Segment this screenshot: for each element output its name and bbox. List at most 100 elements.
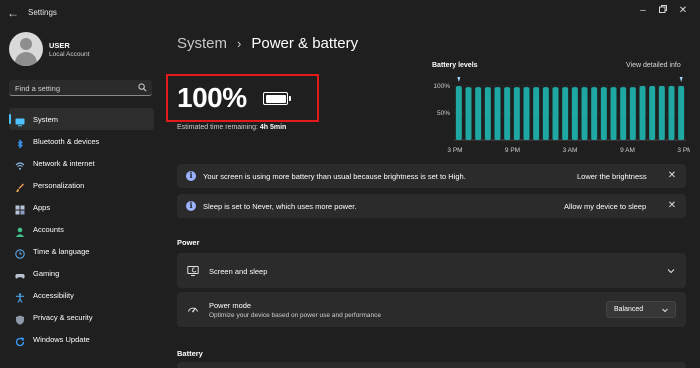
battery-bar bbox=[678, 86, 685, 140]
breadcrumb-separator: › bbox=[237, 35, 242, 51]
battery-bar bbox=[475, 87, 482, 140]
accounts-icon bbox=[15, 224, 25, 237]
sidebar-item-bluetooth[interactable]: Bluetooth & devices bbox=[9, 130, 154, 152]
y-tick-label: 50% bbox=[437, 110, 450, 117]
clock-globe-icon bbox=[15, 246, 25, 259]
sidebar-nav: System Bluetooth & devices Network & int… bbox=[9, 108, 154, 350]
info-icon bbox=[186, 200, 196, 211]
search-icon[interactable] bbox=[138, 83, 147, 92]
sidebar-item-label: Apps bbox=[33, 202, 51, 212]
battery-bar bbox=[600, 87, 607, 140]
battery-bar bbox=[649, 86, 656, 140]
update-icon bbox=[15, 334, 25, 347]
close-icon[interactable]: ✕ bbox=[666, 170, 678, 182]
battery-bar bbox=[455, 86, 462, 140]
battery-bar bbox=[494, 87, 501, 140]
sidebar-item-network[interactable]: Network & internet bbox=[9, 152, 154, 174]
sidebar-item-privacy[interactable]: Privacy & security bbox=[9, 306, 154, 328]
sidebar-item-personalization[interactable]: Personalization bbox=[9, 174, 154, 196]
battery-bar bbox=[523, 87, 530, 140]
sidebar-item-time-language[interactable]: Time & language bbox=[9, 240, 154, 262]
power-mode-gauge-icon bbox=[188, 307, 198, 313]
battery-icon bbox=[263, 92, 291, 105]
brush-icon bbox=[15, 180, 25, 193]
apps-icon bbox=[15, 202, 25, 215]
x-tick-label: 9 PM bbox=[505, 147, 520, 154]
back-arrow-icon[interactable]: ← bbox=[6, 6, 20, 20]
close-icon[interactable]: ✕ bbox=[666, 200, 678, 212]
avatar[interactable] bbox=[9, 32, 43, 66]
sidebar-item-label: System bbox=[33, 114, 59, 124]
user-name: USER bbox=[49, 41, 70, 50]
battery-section-card bbox=[177, 362, 686, 368]
screen-sleep-icon bbox=[187, 266, 199, 276]
charging-marker bbox=[679, 77, 683, 82]
battery-section-title: Battery bbox=[177, 349, 203, 358]
battery-bar bbox=[658, 86, 665, 140]
chevron-down-icon bbox=[662, 308, 668, 313]
info-icon bbox=[186, 170, 196, 181]
sidebar-item-label: Bluetooth & devices bbox=[33, 136, 100, 146]
battery-bar bbox=[484, 87, 491, 140]
y-tick-label: 100% bbox=[433, 83, 450, 90]
page-title: Power & battery bbox=[251, 34, 359, 52]
sidebar-item-label: Personalization bbox=[33, 180, 85, 190]
chevron-down-icon[interactable] bbox=[666, 266, 676, 276]
close-icon[interactable]: ✕ bbox=[676, 4, 690, 18]
breadcrumb-parent[interactable]: System bbox=[177, 35, 227, 52]
account-type: Local Account bbox=[49, 51, 90, 58]
battery-bar bbox=[552, 87, 559, 140]
screen-and-sleep-row[interactable]: Screen and sleep bbox=[177, 253, 686, 288]
notice-text: Sleep is set to Never, which uses more p… bbox=[203, 202, 357, 211]
estimate-label: Estimated time remaining: bbox=[177, 124, 258, 131]
search-input[interactable]: Find a setting bbox=[9, 80, 152, 96]
restore-icon[interactable] bbox=[656, 4, 670, 18]
battery-bar bbox=[542, 87, 549, 140]
power-mode-row: Power mode Optimize your device based on… bbox=[177, 292, 686, 327]
sidebar-item-label: Accounts bbox=[33, 224, 64, 234]
x-tick-label: 3 AM bbox=[563, 147, 578, 154]
screen-sleep-label: Screen and sleep bbox=[209, 267, 268, 276]
power-section-title: Power bbox=[177, 238, 200, 247]
battery-levels-chart[interactable]: 100% 50% 3 PM 9 PM 3 AM 9 AM 3 PM bbox=[428, 72, 690, 156]
search-placeholder: Find a setting bbox=[15, 84, 61, 93]
system-icon bbox=[15, 114, 25, 127]
sidebar-item-accessibility[interactable]: Accessibility bbox=[9, 284, 154, 306]
power-mode-value: Balanced bbox=[614, 306, 644, 313]
allow-sleep-link[interactable]: Allow my device to sleep bbox=[564, 202, 646, 211]
lower-brightness-link[interactable]: Lower the brightness bbox=[577, 172, 647, 181]
x-tick-label: 9 AM bbox=[620, 147, 635, 154]
sidebar-item-gaming[interactable]: Gaming bbox=[9, 262, 154, 284]
sidebar-item-label: Network & internet bbox=[33, 158, 95, 168]
battery-bar bbox=[581, 87, 588, 140]
view-detailed-info-link[interactable]: View detailed info bbox=[626, 62, 681, 69]
battery-bar bbox=[513, 87, 520, 140]
minimize-icon[interactable]: – bbox=[636, 4, 650, 18]
battery-percentage: 100% bbox=[177, 82, 247, 113]
battery-bar bbox=[571, 87, 578, 140]
battery-bar bbox=[610, 87, 617, 140]
sidebar-item-system[interactable]: System bbox=[9, 108, 154, 130]
power-mode-label: Power mode bbox=[209, 301, 252, 310]
brightness-notice: Your screen is using more battery than u… bbox=[177, 164, 686, 188]
estimated-time-remaining: Estimated time remaining: 4h 5min bbox=[177, 124, 286, 131]
sidebar-item-windows-update[interactable]: Windows Update bbox=[9, 328, 154, 350]
power-mode-description: Optimize your device based on power use … bbox=[209, 312, 381, 319]
battery-bar bbox=[620, 87, 627, 140]
shield-icon bbox=[15, 312, 25, 325]
battery-bar bbox=[639, 86, 646, 140]
battery-bar bbox=[591, 87, 598, 140]
bluetooth-icon bbox=[15, 136, 25, 149]
charging-marker bbox=[457, 77, 461, 82]
battery-bar bbox=[465, 87, 472, 140]
power-mode-dropdown[interactable]: Balanced bbox=[606, 301, 676, 318]
sidebar-item-apps[interactable]: Apps bbox=[9, 196, 154, 218]
estimate-value: 4h 5min bbox=[259, 124, 287, 131]
accessibility-icon bbox=[15, 290, 25, 303]
sidebar-item-label: Accessibility bbox=[33, 290, 74, 300]
battery-bar bbox=[504, 87, 511, 140]
battery-bar bbox=[562, 87, 569, 140]
sidebar-item-label: Privacy & security bbox=[33, 312, 93, 322]
chart-title: Battery levels bbox=[432, 62, 478, 69]
sidebar-item-accounts[interactable]: Accounts bbox=[9, 218, 154, 240]
